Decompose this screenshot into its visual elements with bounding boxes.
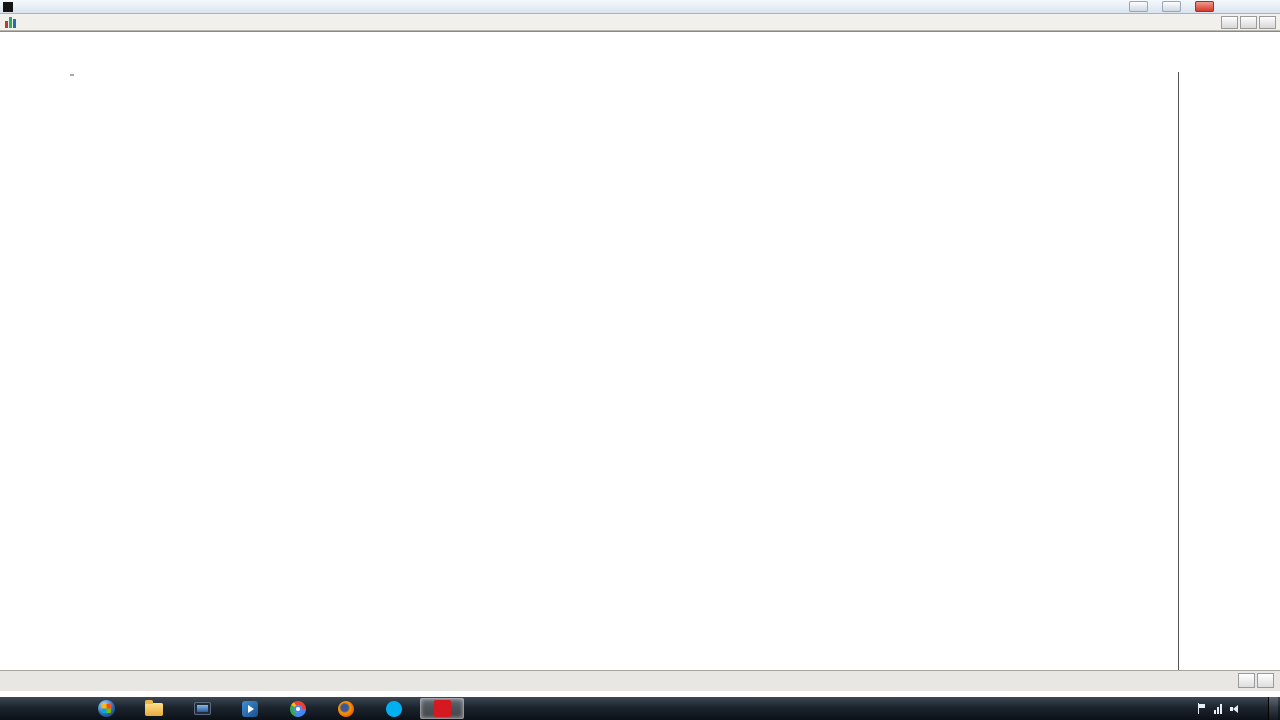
taskbar-explorer-button[interactable] xyxy=(132,698,176,719)
symbol-dropdown-icon[interactable] xyxy=(70,74,74,76)
windows-start-icon xyxy=(98,700,115,717)
taskbar-computer-button[interactable] xyxy=(180,698,224,719)
chart-tab-bar xyxy=(0,670,1280,691)
skype-icon xyxy=(386,701,402,717)
system-tray xyxy=(1189,697,1280,720)
title-bar xyxy=(0,0,1280,14)
chart-symbol-ohlc xyxy=(70,74,78,76)
chart-icon xyxy=(5,16,18,28)
tab-scroll-left-button[interactable] xyxy=(1238,673,1255,688)
folder-icon xyxy=(145,703,163,716)
media-player-icon xyxy=(242,701,258,717)
restore-button[interactable] xyxy=(1162,1,1181,12)
network-icon[interactable] xyxy=(1214,704,1222,714)
window-controls xyxy=(1129,1,1214,12)
child-minimize-button[interactable] xyxy=(1221,16,1238,29)
taskbar-skype-button[interactable] xyxy=(372,698,416,719)
chart-window xyxy=(0,31,1280,691)
taskbar xyxy=(0,697,1280,720)
child-close-button[interactable] xyxy=(1259,16,1276,29)
close-button[interactable] xyxy=(1195,1,1214,12)
monitor-icon xyxy=(194,702,211,715)
app-icon xyxy=(3,2,13,12)
firefox-icon xyxy=(338,701,354,717)
price-axis[interactable] xyxy=(1178,72,1280,686)
tab-scroll-right-button[interactable] xyxy=(1257,673,1274,688)
chrome-icon xyxy=(290,701,306,717)
taskbar-xm-button[interactable] xyxy=(420,698,464,719)
volume-icon[interactable] xyxy=(1230,704,1240,714)
taskbar-firefox-button[interactable] xyxy=(324,698,368,719)
action-center-flag-icon[interactable] xyxy=(1197,703,1206,714)
xm-icon xyxy=(434,700,451,717)
price-chart-canvas[interactable] xyxy=(66,72,1178,683)
taskbar-chrome-button[interactable] xyxy=(276,698,320,719)
menu-bar xyxy=(0,14,1280,31)
child-window-controls xyxy=(1221,16,1276,29)
show-desktop-button[interactable] xyxy=(1268,697,1278,720)
start-button[interactable] xyxy=(84,698,128,719)
taskbar-media-button[interactable] xyxy=(228,698,272,719)
child-restore-button[interactable] xyxy=(1240,16,1257,29)
minimize-button[interactable] xyxy=(1129,1,1148,12)
tab-scroll-arrows xyxy=(1238,671,1280,691)
